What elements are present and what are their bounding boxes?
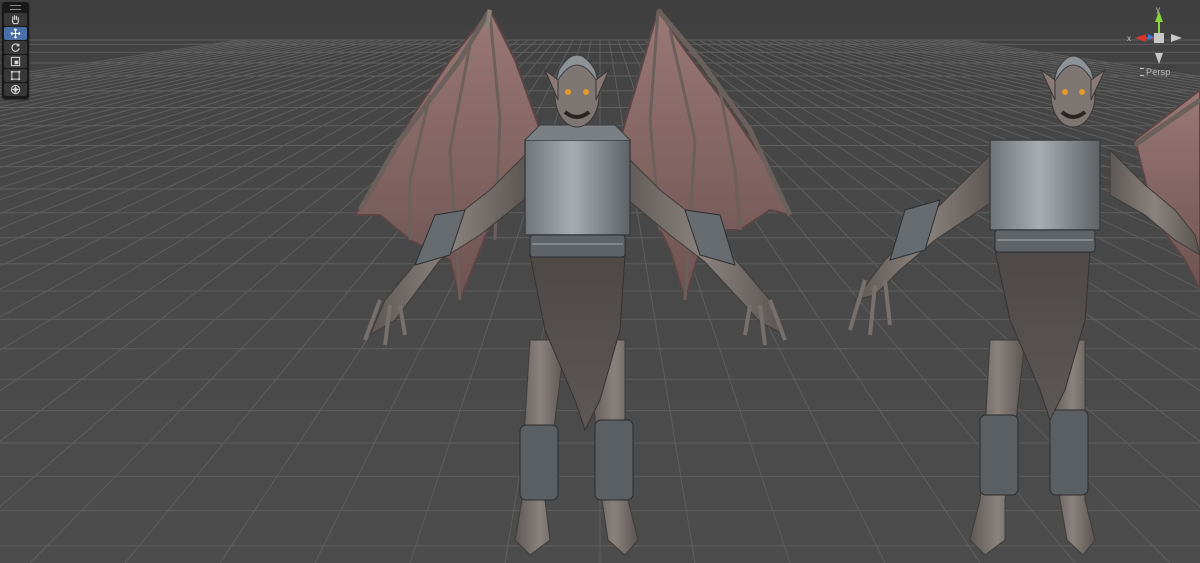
grid-line-depth <box>0 39 250 80</box>
gizmo-x-cone[interactable] <box>1135 34 1146 42</box>
rotate-tool-button[interactable] <box>4 41 27 54</box>
palette-drag-handle[interactable] <box>2 3 29 12</box>
grid-line-depth <box>0 39 331 108</box>
gizmo-z-cone[interactable] <box>1148 34 1154 40</box>
grid-line-depth <box>0 39 313 100</box>
rect-transform-icon <box>10 70 21 81</box>
gargoyle-model-front[interactable] <box>340 0 810 563</box>
hand-tool-button[interactable] <box>4 13 27 26</box>
projection-icon <box>1140 68 1144 76</box>
hand-icon <box>11 15 19 25</box>
transform-tool-button[interactable] <box>4 83 27 96</box>
rect-tool-button[interactable] <box>4 69 27 82</box>
grid-line-depth <box>0 39 385 138</box>
creature-head <box>543 54 611 128</box>
scene-viewport[interactable]: y x Persp <box>0 0 1200 563</box>
projection-label: Persp <box>1146 67 1171 77</box>
creature-head-partial <box>1039 55 1107 128</box>
projection-toggle[interactable]: Persp <box>1140 67 1180 77</box>
orientation-gizmo[interactable]: y x <box>1124 6 1194 70</box>
gizmo-y-label: y <box>1156 6 1160 14</box>
grid-line-depth <box>0 39 376 132</box>
grid-line-depth <box>0 39 394 145</box>
gizmo-neg-x-cone[interactable] <box>1171 34 1182 42</box>
transform-icon <box>10 84 21 95</box>
chest-armor-partial <box>989 139 1101 253</box>
gizmo-center-cube[interactable] <box>1154 33 1164 43</box>
scene-tool-palette <box>2 2 29 99</box>
left-wing <box>353 8 552 304</box>
gargoyle-model-side[interactable] <box>845 50 1200 563</box>
grid-line-depth <box>0 39 277 88</box>
move-tool-button[interactable] <box>4 27 27 40</box>
grid-line-depth <box>0 39 304 97</box>
scale-icon <box>10 56 21 67</box>
gizmo-x-label: x <box>1127 34 1131 43</box>
move-arrows-icon <box>10 28 21 39</box>
grid-line-depth <box>0 39 286 91</box>
scale-tool-button[interactable] <box>4 55 27 68</box>
gizmo-neg-y-cone[interactable] <box>1155 53 1163 64</box>
chest-armor <box>524 124 631 258</box>
rotate-icon <box>11 43 20 52</box>
grid-line-depth <box>0 39 259 82</box>
